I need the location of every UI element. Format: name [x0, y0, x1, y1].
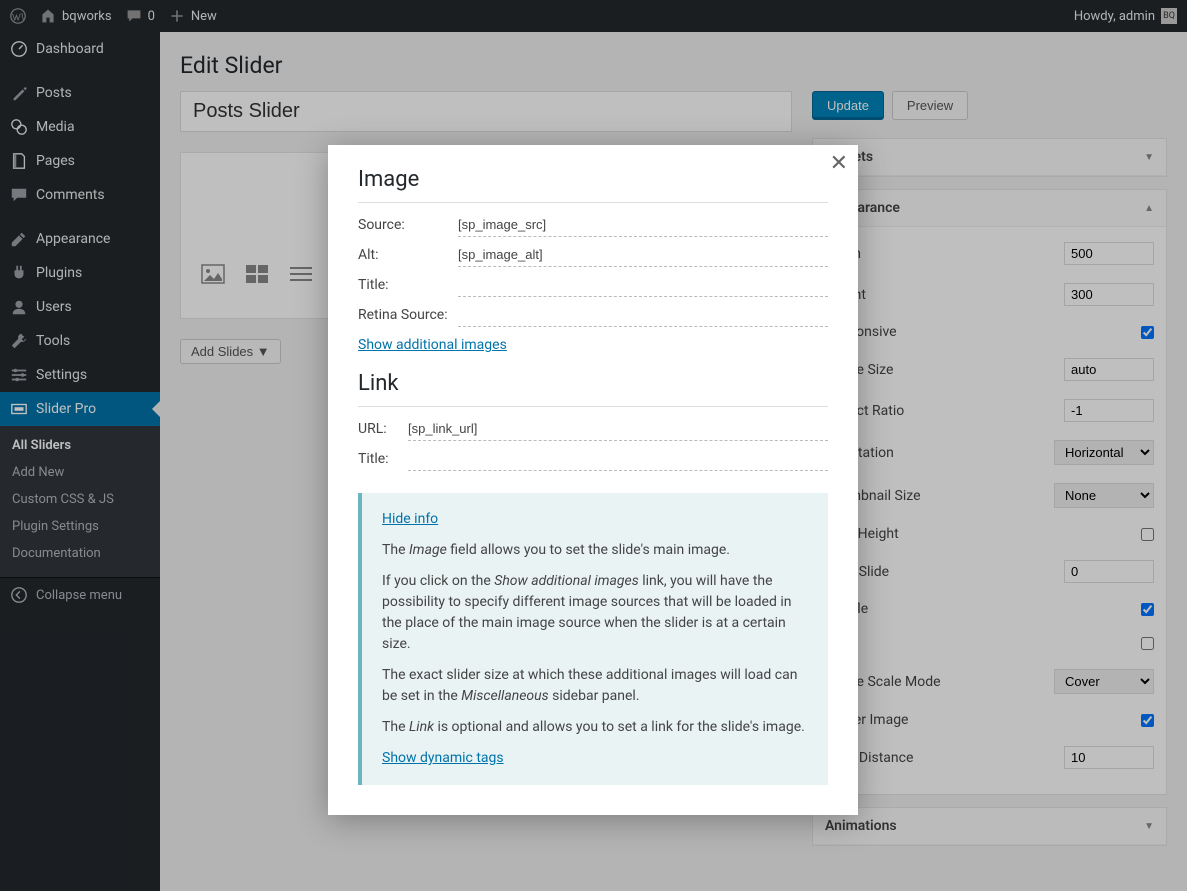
hide-info-link[interactable]: Hide info: [382, 511, 438, 527]
show-dynamic-tags-link[interactable]: Show dynamic tags: [382, 750, 504, 766]
info-p4: The Link is optional and allows you to s…: [382, 717, 808, 738]
modal-image-link: ✕ Image Source: Alt: Title: Retina Sourc…: [328, 145, 858, 815]
source-label: Source:: [358, 217, 458, 233]
info-box: Hide info The Image field allows you to …: [358, 493, 828, 785]
link-title-label: Title:: [358, 451, 408, 467]
modal-image-heading: Image: [358, 145, 828, 203]
title-label: Title:: [358, 277, 458, 293]
info-p2: If you click on the Show additional imag…: [382, 571, 808, 655]
alt-label: Alt:: [358, 247, 458, 263]
show-additional-images-link[interactable]: Show additional images: [358, 337, 507, 353]
modal-link-heading: Link: [358, 353, 828, 407]
close-icon[interactable]: ✕: [830, 151, 848, 176]
source-input[interactable]: [458, 217, 828, 237]
info-p1: The Image field allows you to set the sl…: [382, 540, 808, 561]
retina-input[interactable]: [458, 307, 828, 327]
link-title-input[interactable]: [408, 451, 828, 471]
url-input[interactable]: [408, 421, 828, 441]
title-input[interactable]: [458, 277, 828, 297]
info-p3: The exact slider size at which these add…: [382, 665, 808, 707]
alt-input[interactable]: [458, 247, 828, 267]
url-label: URL:: [358, 421, 408, 437]
retina-label: Retina Source:: [358, 307, 458, 323]
